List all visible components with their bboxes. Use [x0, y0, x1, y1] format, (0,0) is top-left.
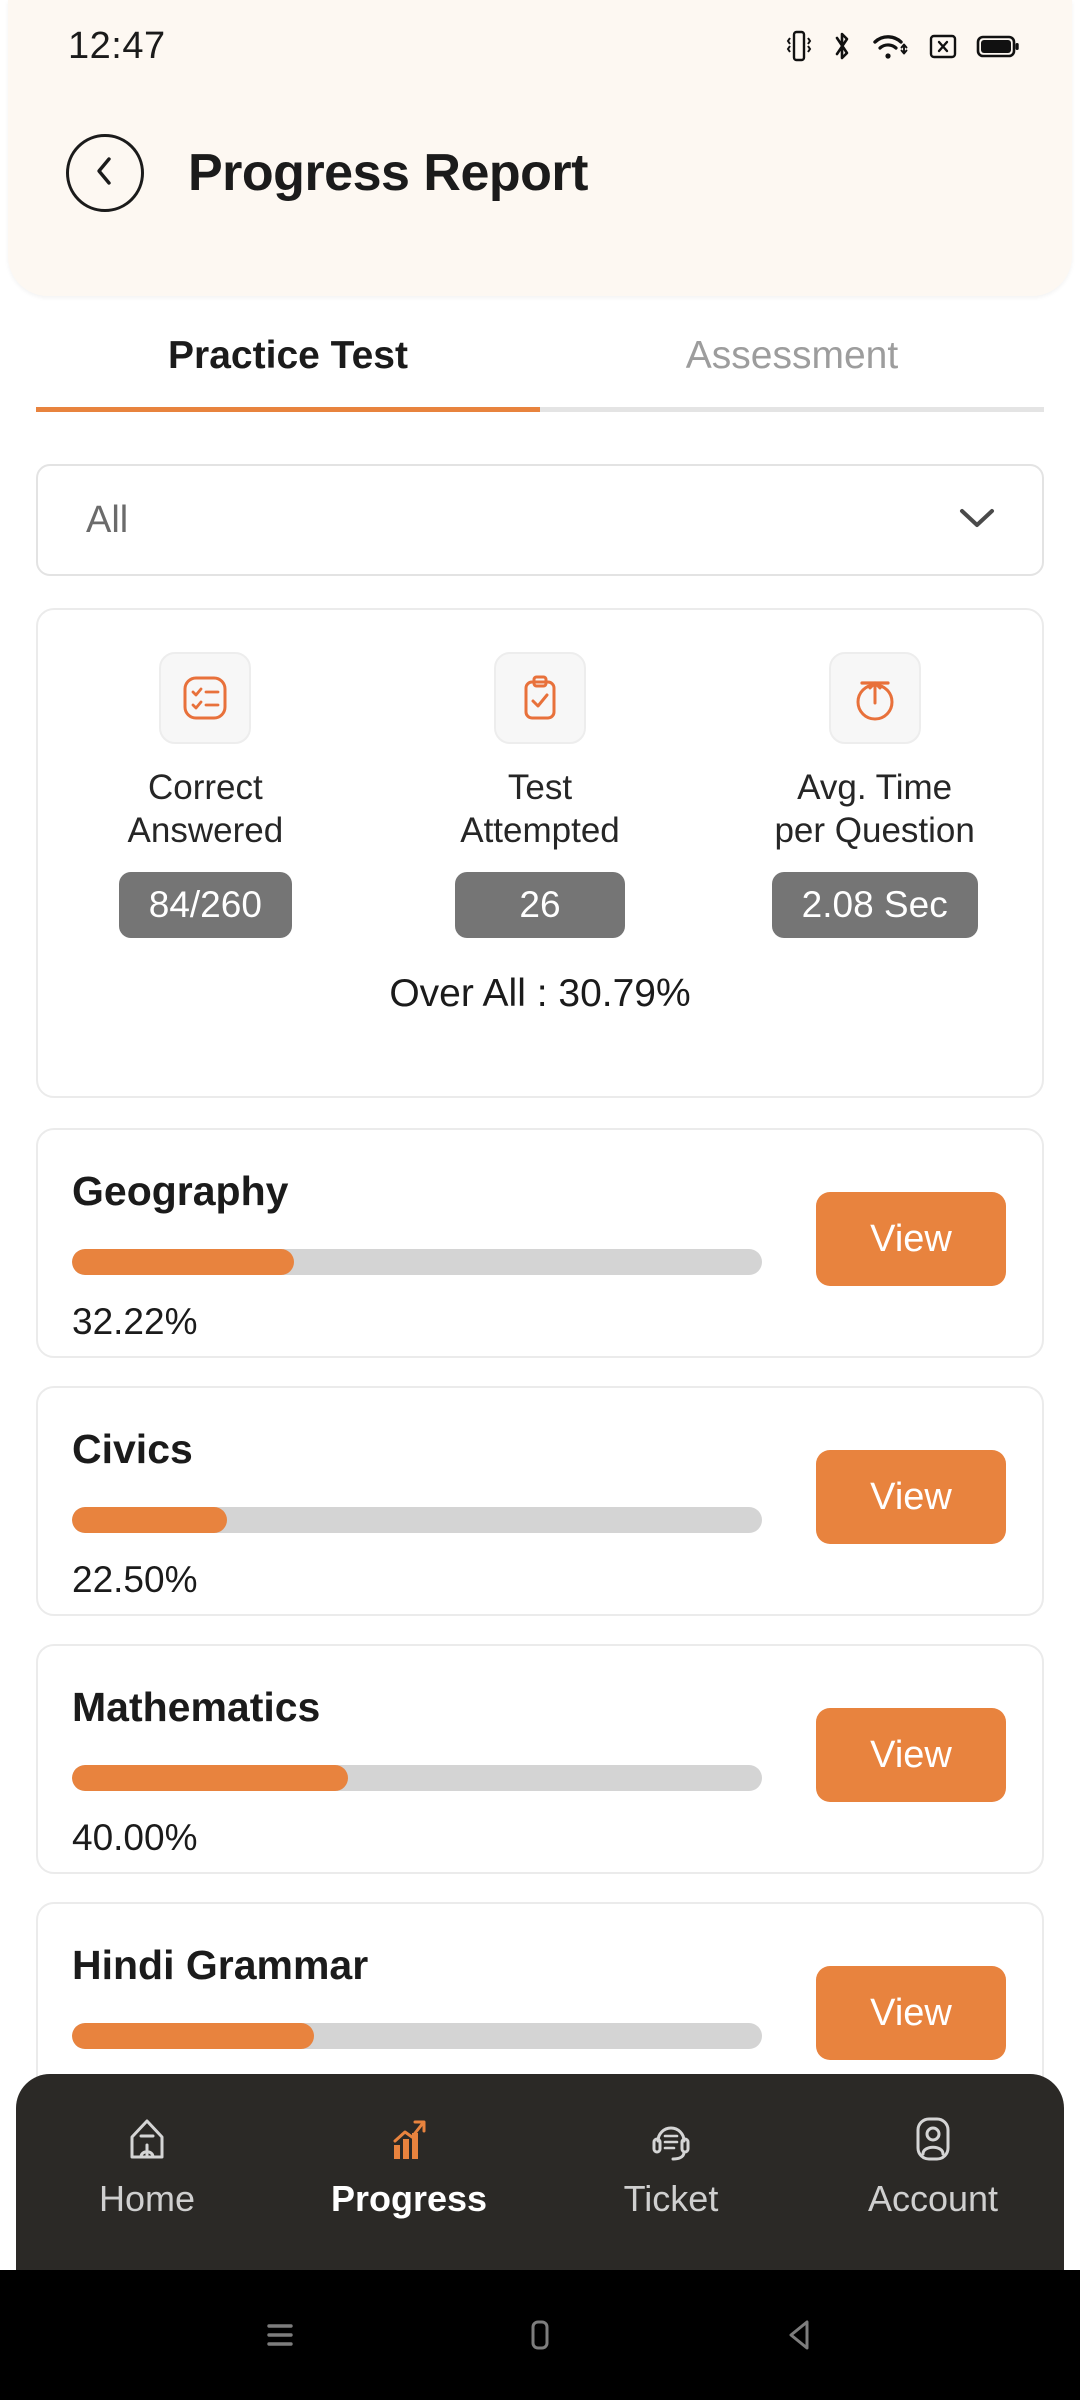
stats-row: Correct Answered 84/260 Test Attempted 26	[38, 610, 1042, 938]
progress-bar-fill	[72, 1507, 228, 1533]
tab-assessment-label: Assessment	[685, 334, 899, 377]
nav-item-progress[interactable]: Progress	[278, 2108, 540, 2220]
subject-percentage: 40.00%	[72, 1817, 198, 1858]
view-button[interactable]: View	[816, 1708, 1006, 1802]
nav-item-ticket-label: Ticket	[623, 2178, 719, 2219]
nav-item-ticket[interactable]: Ticket	[540, 2108, 802, 2220]
bluetooth-icon	[830, 29, 854, 63]
bar-chart-icon	[381, 2108, 437, 2170]
home-icon	[119, 2108, 175, 2170]
stat-test-attempted-label: Test Attempted	[460, 768, 620, 850]
tab-practice-test-underline	[36, 407, 540, 412]
nav-item-progress-label: Progress	[330, 2178, 488, 2219]
subject-filter-dropdown[interactable]: All	[36, 464, 1044, 576]
overall-percentage: Over All : 30.79%	[389, 972, 691, 1015]
progress-bar	[72, 2023, 762, 2049]
vibrate-icon	[786, 29, 812, 63]
sim-off-icon	[928, 29, 958, 63]
tab-assessment[interactable]: Assessment	[540, 330, 1044, 412]
stat-test-attempted-value: 26	[455, 872, 625, 938]
summary-stats-card: Correct Answered 84/260 Test Attempted 26	[36, 608, 1044, 1098]
stat-test-attempted: Test Attempted 26	[373, 652, 708, 938]
status-icons	[786, 29, 1020, 63]
person-icon	[905, 2108, 961, 2170]
stat-avg-time-label: Avg. Time per Question	[774, 768, 975, 850]
recents-icon[interactable]	[220, 2290, 340, 2380]
stat-avg-time: Avg. Time per Question 2.08 Sec	[707, 652, 1042, 938]
back-button[interactable]	[66, 134, 144, 212]
progress-bar-fill	[72, 1765, 348, 1791]
bottom-navigation: Home Progress Ticket Account	[16, 2074, 1064, 2270]
view-button[interactable]: View	[816, 1450, 1006, 1544]
app-screen: 12:47 Progress Report Practice Test Asse…	[0, 0, 1080, 2400]
tab-bar: Practice Test Assessment	[36, 330, 1044, 412]
nav-item-account-label: Account	[867, 2178, 999, 2219]
android-system-bar	[0, 2270, 1080, 2400]
chevron-down-icon	[956, 504, 998, 537]
battery-full-icon	[976, 29, 1020, 63]
progress-bar	[72, 1249, 762, 1275]
progress-bar	[72, 1765, 762, 1791]
page-title: Progress Report	[188, 144, 588, 202]
subject-card-geography: Geography 32.22% View	[36, 1128, 1044, 1358]
status-bar: 12:47	[8, 0, 1072, 92]
stat-correct-answered-value: 84/260	[118, 872, 292, 938]
progress-bar-fill	[72, 1249, 295, 1275]
tab-assessment-underline	[540, 407, 1044, 412]
headset-icon	[643, 2108, 699, 2170]
stopwatch-icon	[828, 652, 921, 744]
back-triangle-icon[interactable]	[740, 2290, 860, 2380]
checklist-icon	[159, 652, 252, 744]
status-time: 12:47	[68, 24, 166, 67]
subject-card-civics: Civics 22.50% View	[36, 1386, 1044, 1616]
tab-practice-test[interactable]: Practice Test	[36, 330, 540, 412]
nav-item-home-label: Home	[98, 2178, 196, 2219]
progress-bar-fill	[72, 2023, 314, 2049]
wifi-icon	[872, 29, 910, 63]
progress-bar	[72, 1507, 762, 1533]
appbar: Progress Report	[8, 118, 1072, 228]
stat-correct-answered-label: Correct Answered	[127, 768, 284, 850]
home-square-icon[interactable]	[480, 2290, 600, 2380]
clipboard-check-icon	[494, 652, 586, 744]
subject-percentage: 22.50%	[72, 1559, 198, 1600]
subject-percentage: 32.22%	[72, 1301, 198, 1342]
stat-avg-time-value: 2.08 Sec	[771, 872, 978, 938]
subject-list: Geography 32.22% View Civics 22.50% View…	[36, 1128, 1044, 2160]
subject-card-mathematics: Mathematics 40.00% View	[36, 1644, 1044, 1874]
header-card: 12:47 Progress Report	[8, 0, 1072, 296]
nav-item-account[interactable]: Account	[802, 2108, 1064, 2220]
view-button[interactable]: View	[816, 1192, 1006, 1286]
nav-item-home[interactable]: Home	[16, 2108, 278, 2220]
stat-correct-answered: Correct Answered 84/260	[38, 652, 373, 938]
chevron-left-icon	[90, 153, 120, 194]
subject-filter-value: All	[86, 498, 129, 541]
view-button[interactable]: View	[816, 1966, 1006, 2060]
tab-practice-test-label: Practice Test	[168, 334, 408, 377]
